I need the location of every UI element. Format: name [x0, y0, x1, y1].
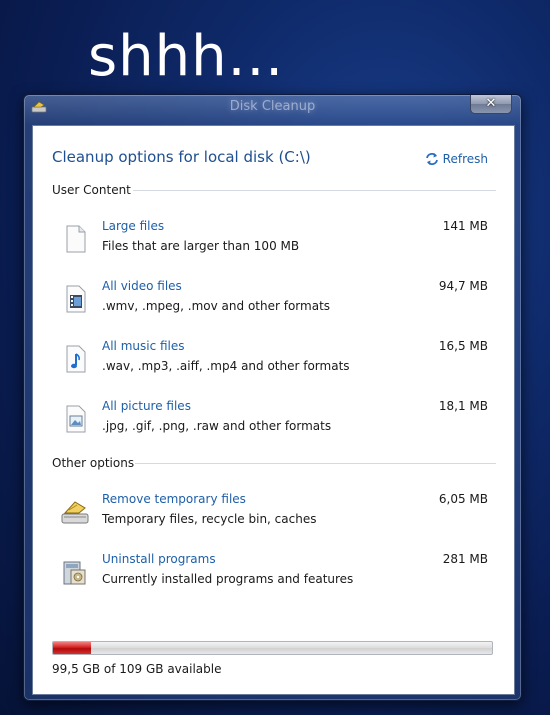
client-area: Cleanup options for local disk (C:\) Ref…: [32, 125, 515, 695]
list-item-large-files[interactable]: Large files Files that are larger than 1…: [33, 217, 514, 267]
item-title[interactable]: All picture files: [102, 399, 191, 413]
desktop-overlay-text: shhh...: [88, 24, 285, 89]
item-size: 281 MB: [442, 552, 488, 566]
item-size: 6,05 MB: [438, 492, 488, 506]
page-title: Cleanup options for local disk (C:\): [52, 148, 311, 166]
list-item-music-files[interactable]: All music files .wav, .mp3, .aiff, .mp4 …: [33, 337, 514, 387]
disk-cleanup-icon: [61, 501, 89, 524]
item-title[interactable]: All video files: [102, 279, 182, 293]
item-title[interactable]: Large files: [102, 219, 164, 233]
section-label-other-options: Other options: [52, 456, 135, 470]
list-item-remove-temporary-files[interactable]: Remove temporary files Temporary files, …: [33, 490, 514, 540]
music-file-icon: [66, 345, 86, 373]
section-divider: [135, 463, 496, 464]
refresh-icon: [425, 153, 438, 165]
item-size: 18,1 MB: [438, 399, 488, 413]
picture-file-icon: [66, 405, 86, 433]
item-size: 94,7 MB: [438, 279, 488, 293]
section-divider: [133, 190, 496, 191]
disk-space-status: 99,5 GB of 109 GB available: [52, 662, 222, 676]
item-size: 16,5 MB: [438, 339, 488, 353]
section-label-user-content: User Content: [52, 183, 131, 197]
refresh-link[interactable]: Refresh: [424, 152, 488, 166]
list-item-video-files[interactable]: All video files .wmv, .mpeg, .mov and ot…: [33, 277, 514, 327]
video-file-icon: [66, 285, 86, 313]
item-description: .wav, .mp3, .aiff, .mp4 and other format…: [102, 359, 350, 373]
disk-cleanup-window: Disk Cleanup ✕ Cleanup options for local…: [23, 94, 522, 701]
refresh-label: Refresh: [442, 152, 488, 166]
window-title: Disk Cleanup: [229, 99, 316, 114]
close-button[interactable]: ✕: [470, 95, 512, 114]
programs-icon: [63, 561, 86, 585]
item-title[interactable]: Remove temporary files: [102, 492, 246, 506]
item-description: Files that are larger than 100 MB: [102, 239, 300, 253]
item-description: .jpg, .gif, .png, .raw and other formats: [102, 419, 332, 433]
title-bar[interactable]: Disk Cleanup ✕: [24, 95, 521, 119]
disk-usage-progress-bar: [52, 641, 493, 655]
item-description: Currently installed programs and feature…: [102, 572, 354, 586]
file-icon: [66, 225, 86, 253]
item-size: 141 MB: [442, 219, 488, 233]
item-title[interactable]: Uninstall programs: [102, 552, 216, 566]
item-title[interactable]: All music files: [102, 339, 185, 353]
list-item-uninstall-programs[interactable]: Uninstall programs Currently installed p…: [33, 550, 514, 600]
list-item-picture-files[interactable]: All picture files .jpg, .gif, .png, .raw…: [33, 397, 514, 447]
item-description: .wmv, .mpeg, .mov and other formats: [102, 299, 331, 313]
disk-usage-progress-fill: [53, 642, 92, 654]
item-description: Temporary files, recycle bin, caches: [102, 512, 317, 526]
